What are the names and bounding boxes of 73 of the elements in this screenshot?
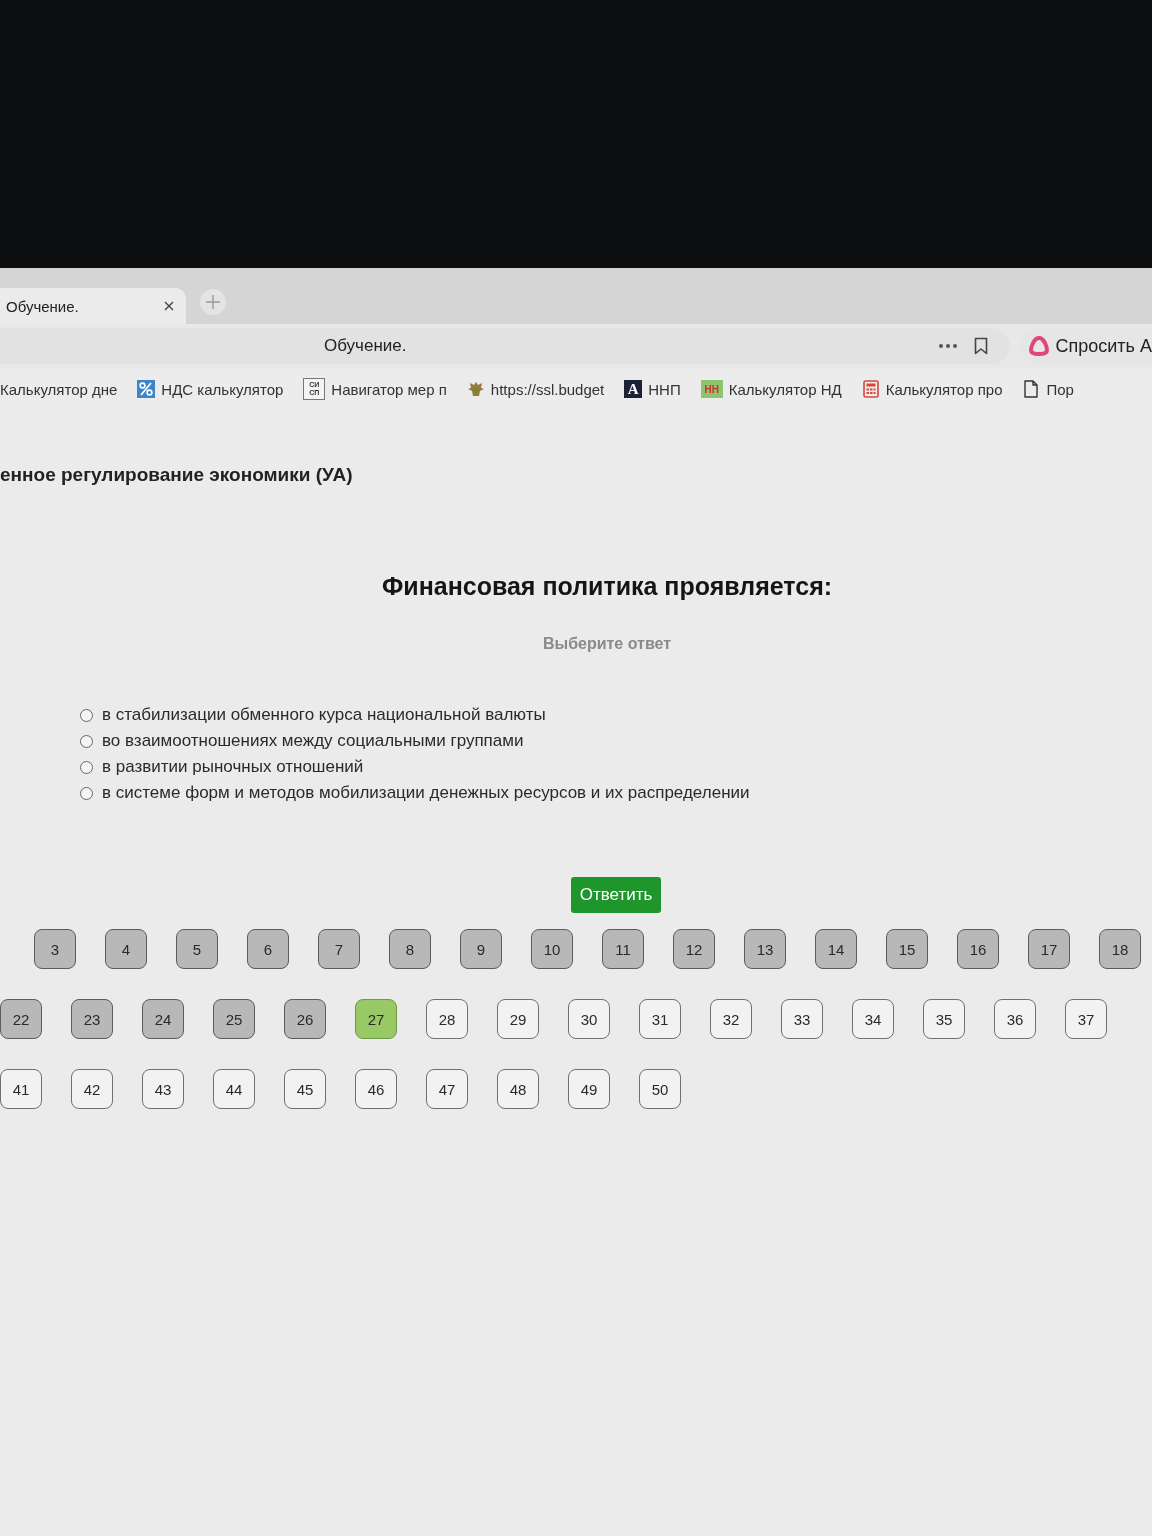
question-number-button[interactable]: 48 (497, 1069, 539, 1109)
question-number-button[interactable]: 16 (957, 929, 999, 969)
question-number-button[interactable]: 8 (389, 929, 431, 969)
question-number-button[interactable]: 18 (1099, 929, 1141, 969)
document-icon (1022, 380, 1041, 398)
question-number-button[interactable]: 6 (247, 929, 289, 969)
letter-logo-icon: A (624, 380, 643, 398)
question-number-button[interactable]: 36 (994, 999, 1036, 1039)
question-number-button[interactable]: 49 (568, 1069, 610, 1109)
answer-hint: Выберите ответ (542, 635, 672, 653)
question-number-button[interactable]: 45 (284, 1069, 326, 1109)
submit-button[interactable]: Ответить (570, 877, 662, 913)
question-number-button[interactable]: 35 (923, 999, 965, 1039)
option-text: в развитии рыночных отношений (102, 757, 364, 777)
question-number-button[interactable]: 33 (781, 999, 823, 1039)
option-text: в стабилизации обменного курса национальной валюты (102, 705, 546, 725)
bookmark-link[interactable]: НН Калькулятор НД (700, 380, 842, 398)
question-number-button[interactable]: 30 (568, 999, 610, 1039)
question-number-button[interactable]: 5 (176, 929, 218, 969)
question-number-button[interactable]: 44 (213, 1069, 255, 1109)
question-number-button[interactable]: 27 (355, 999, 397, 1039)
question-number-button[interactable]: 47 (426, 1069, 468, 1109)
radio-button[interactable] (80, 760, 93, 774)
bookmark-icon[interactable] (973, 337, 988, 355)
question-number-button[interactable]: 29 (497, 999, 539, 1039)
option-text: в системе форм и методов мобилизации денежных ресурсов и их распределении (102, 783, 750, 803)
bookmark-link[interactable]: https://ssl.budget (466, 380, 605, 398)
question-number-button[interactable]: 17 (1028, 929, 1070, 969)
more-icon[interactable] (937, 343, 958, 349)
question-number-button[interactable]: 11 (602, 929, 644, 969)
letters-logo-icon: НН (700, 380, 723, 398)
question-number-button[interactable]: 50 (639, 1069, 681, 1109)
question-number-button[interactable]: 42 (71, 1069, 113, 1109)
question-number-button[interactable]: 4 (105, 929, 147, 969)
question-number-button[interactable]: 9 (460, 929, 502, 969)
question-number-button[interactable]: 15 (886, 929, 928, 969)
percent-icon (137, 380, 156, 398)
emblem-icon (466, 380, 485, 398)
question-number-button[interactable]: 41 (0, 1069, 42, 1109)
question-number-button[interactable]: 3 (34, 929, 76, 969)
bookmark-link[interactable]: A ННП (624, 380, 681, 398)
question-number-button[interactable]: 34 (852, 999, 894, 1039)
bookmark-link[interactable]: НДС калькулятор (137, 380, 284, 398)
question-number-button[interactable]: 32 (710, 999, 752, 1039)
question-number-button[interactable]: 37 (1065, 999, 1107, 1039)
bookmark-link[interactable]: Калькулятор дне (0, 380, 118, 398)
question-number-button[interactable]: 26 (284, 999, 326, 1039)
browser-tab[interactable]: Обучение. (0, 288, 186, 324)
address-bar[interactable]: Обучение. (0, 328, 1010, 364)
question-number-button[interactable]: 10 (531, 929, 573, 969)
question-number-button[interactable]: 24 (142, 999, 184, 1039)
close-icon[interactable] (164, 301, 174, 311)
question-number-button[interactable]: 7 (318, 929, 360, 969)
question-number-button[interactable]: 31 (639, 999, 681, 1039)
question-number-button[interactable]: 46 (355, 1069, 397, 1109)
radio-button[interactable] (80, 708, 93, 722)
question-number-button[interactable]: 28 (426, 999, 468, 1039)
question-number-button[interactable]: 14 (815, 929, 857, 969)
ring-icon (1027, 335, 1050, 357)
question-number-button[interactable]: 12 (673, 929, 715, 969)
question-number-button[interactable]: 22 (0, 999, 42, 1039)
course-title: енное регулирование экономики (УА) (0, 464, 353, 486)
radio-button[interactable] (80, 786, 93, 800)
bookmark-link[interactable]: Калькулятор про (861, 380, 1003, 398)
radio-button[interactable] (80, 734, 93, 748)
calculator-icon (861, 380, 880, 398)
question-number-button[interactable]: 13 (744, 929, 786, 969)
bookmark-link[interactable]: Пор (1022, 380, 1074, 398)
question-number-button[interactable]: 23 (71, 999, 113, 1039)
question-number-button[interactable]: 43 (142, 1069, 184, 1109)
question-title: Финансовая политика проявляется: (381, 572, 833, 601)
option-text: во взаимоотношениях между социальными группами (102, 731, 524, 751)
question-number-button[interactable]: 25 (213, 999, 255, 1039)
